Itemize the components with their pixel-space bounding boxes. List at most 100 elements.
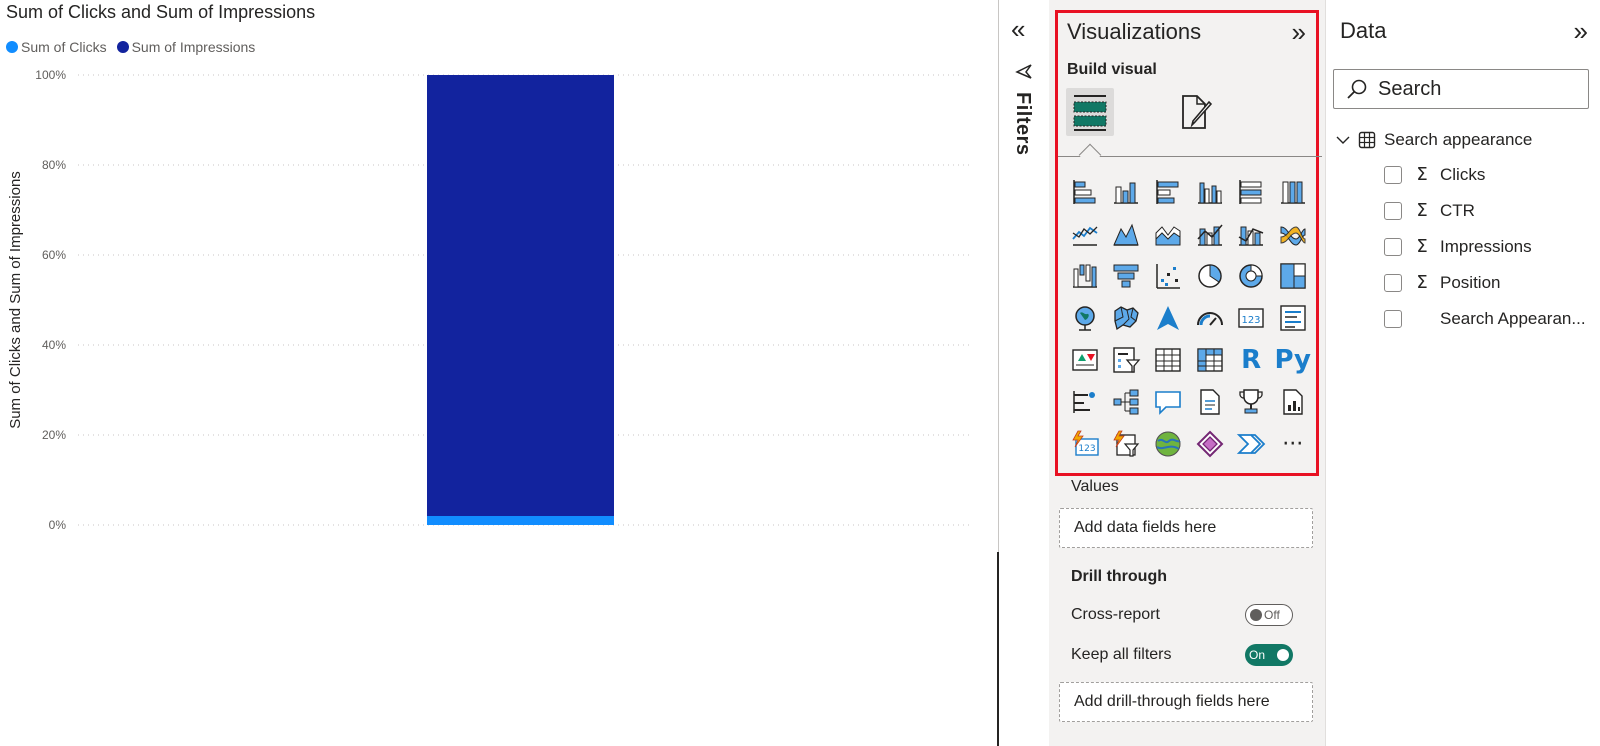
stacked-bar-chart-icon[interactable] — [1064, 171, 1106, 213]
filled-map-icon[interactable] — [1106, 297, 1148, 339]
table-search-appearance[interactable]: Search appearance — [1336, 130, 1532, 150]
bar-segment-sum-of-clicks[interactable] — [427, 516, 614, 525]
gauge-icon[interactable] — [1189, 297, 1231, 339]
power-automate-icon[interactable] — [1230, 423, 1272, 465]
more-visuals-icon-label: ··· — [1282, 431, 1304, 457]
r-visual-icon[interactable]: R — [1230, 339, 1272, 381]
field-row[interactable]: ΣSearch Appearan... — [1384, 308, 1586, 329]
filters-pane-collapsed[interactable]: « Filters — [999, 0, 1049, 746]
format-visual-icon — [1182, 95, 1213, 129]
values-dropzone[interactable]: Add data fields here — [1059, 508, 1313, 548]
chevron-double-left-icon[interactable]: « — [1011, 16, 1025, 42]
field-label: CTR — [1440, 200, 1475, 220]
kpi-icon[interactable] — [1064, 339, 1106, 381]
paginated-report-icon[interactable] — [1272, 381, 1314, 423]
scatter-chart-icon[interactable] — [1147, 255, 1189, 297]
100-stacked-column-chart-icon[interactable] — [1272, 171, 1314, 213]
field-checkbox[interactable] — [1384, 165, 1402, 184]
field-checkbox[interactable] — [1384, 237, 1402, 256]
cross-report-state: Off — [1264, 608, 1280, 622]
sigma-icon: Σ — [1416, 236, 1428, 257]
chevron-down-icon[interactable] — [1336, 133, 1350, 147]
stacked-area-chart-icon[interactable] — [1147, 213, 1189, 255]
donut-chart-icon[interactable] — [1230, 255, 1272, 297]
power-apps-icon[interactable] — [1189, 423, 1231, 465]
stacked-column-chart-icon[interactable] — [1106, 171, 1148, 213]
build-visual-tab[interactable] — [1066, 88, 1114, 136]
values-label: Values — [1071, 478, 1119, 495]
clustered-column-chart-icon[interactable] — [1189, 171, 1231, 213]
visualizations-pane: Visualizations » Build visual 123 R Py 123 ·… — [1049, 0, 1325, 746]
treemap-icon[interactable] — [1272, 255, 1314, 297]
decomposition-tree-icon[interactable] — [1106, 381, 1148, 423]
field-row[interactable]: Σ CTR — [1384, 200, 1475, 221]
chart-title: Sum of Clicks and Sum of Impressions — [6, 2, 316, 22]
search-icon — [1347, 79, 1367, 99]
legend-item-clicks[interactable]: Sum of Clicks — [6, 39, 107, 55]
legend-item-impressions[interactable]: Sum of Impressions — [116, 39, 255, 55]
pie-chart-icon[interactable] — [1189, 255, 1231, 297]
field-row[interactable]: Σ Position — [1384, 272, 1500, 293]
chevron-double-right-icon[interactable]: » — [1292, 17, 1306, 48]
line-and-clustered-column-icon[interactable] — [1230, 213, 1272, 255]
data-pane: Data » Search Search appearance Σ Clicks Σ… — [1325, 0, 1600, 746]
clustered-bar-chart-icon[interactable] — [1147, 171, 1189, 213]
metrics-icon[interactable] — [1230, 381, 1272, 423]
field-row[interactable]: Σ Impressions — [1384, 236, 1532, 257]
qna-icon[interactable] — [1147, 381, 1189, 423]
keep-filters-row: Keep all filters On — [1071, 644, 1293, 666]
drill-through-label: Drill through — [1071, 568, 1167, 585]
power-automate-slicer-icon[interactable] — [1106, 423, 1148, 465]
y-tick-label: 0% — [49, 518, 67, 532]
y-tick-label: 20% — [42, 428, 66, 442]
slicer-icon[interactable] — [1106, 339, 1148, 381]
cross-report-label: Cross-report — [1071, 606, 1160, 623]
keep-filters-label: Keep all filters — [1071, 646, 1172, 663]
drill-through-dropzone[interactable]: Add drill-through fields here — [1059, 682, 1313, 722]
line-and-stacked-column-icon[interactable] — [1189, 213, 1231, 255]
legend-marker-clicks — [6, 41, 18, 53]
card-icon[interactable]: 123 — [1230, 297, 1272, 339]
toggle-knob — [1250, 609, 1262, 621]
svg-text:123: 123 — [1078, 444, 1095, 454]
visualizations-highlight-box: Visualizations » Build visual 123 R Py 123 ·… — [1055, 10, 1322, 476]
azure-map-icon[interactable] — [1147, 297, 1189, 339]
ribbon-chart-icon[interactable] — [1272, 213, 1314, 255]
y-axis-title: Sum of Clicks and Sum of Impressions — [7, 171, 24, 429]
filters-label[interactable]: Filters — [1011, 92, 1034, 156]
key-influencers-icon[interactable] — [1064, 381, 1106, 423]
field-checkbox[interactable] — [1384, 309, 1402, 328]
filter-icon — [1015, 64, 1032, 79]
smart-narrative-icon[interactable] — [1189, 381, 1231, 423]
report-canvas: Sum of Clicks and Sum of Impressions Sum… — [0, 0, 998, 746]
visual-type-grid: 123 R Py 123 ··· — [1064, 171, 1314, 465]
line-chart-icon[interactable] — [1064, 213, 1106, 255]
table-name: Search appearance — [1384, 130, 1533, 149]
funnel-icon[interactable] — [1106, 255, 1148, 297]
keep-filters-toggle[interactable]: On — [1245, 644, 1293, 666]
power-automate-card-icon[interactable]: 123 — [1064, 423, 1106, 465]
field-checkbox[interactable] — [1384, 273, 1402, 292]
area-chart-icon[interactable] — [1106, 213, 1148, 255]
arcgis-map-icon[interactable] — [1147, 423, 1189, 465]
waterfall-chart-icon[interactable] — [1064, 255, 1106, 297]
cross-report-toggle[interactable]: Off — [1245, 604, 1293, 626]
python-visual-icon-label: Py — [1274, 345, 1312, 375]
python-visual-icon[interactable]: Py — [1272, 339, 1314, 381]
format-visual-tab[interactable] — [1171, 88, 1219, 136]
toggle-knob — [1277, 649, 1289, 661]
data-search-input[interactable]: Search — [1333, 69, 1589, 109]
sigma-icon: Σ — [1416, 272, 1428, 293]
100-stacked-bar-chart-icon[interactable] — [1230, 171, 1272, 213]
map-icon[interactable] — [1064, 297, 1106, 339]
field-row[interactable]: Σ Clicks — [1384, 164, 1485, 185]
more-visuals-icon[interactable]: ··· — [1272, 423, 1314, 465]
matrix-icon[interactable] — [1189, 339, 1231, 381]
field-label: Search Appearan... — [1440, 308, 1586, 328]
field-checkbox[interactable] — [1384, 201, 1402, 220]
stacked-column-chart[interactable]: 0% 20% 40% 60% 80% 100% Sum of Clicks and Sum … — [0, 60, 990, 540]
chevron-double-right-icon[interactable]: » — [1574, 16, 1588, 47]
table-icon[interactable] — [1147, 339, 1189, 381]
multi-row-card-icon[interactable] — [1272, 297, 1314, 339]
bar-segment-sum-of-impressions[interactable] — [427, 75, 614, 516]
